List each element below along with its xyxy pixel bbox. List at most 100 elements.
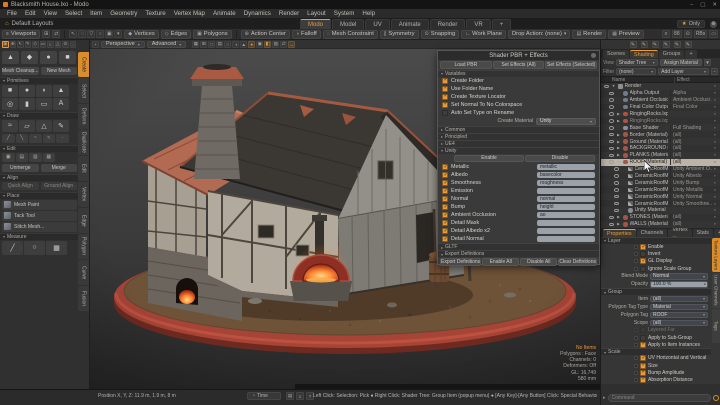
shader-tree-row[interactable]: ▼ Render — [601, 83, 720, 90]
menu-item[interactable]: Item — [86, 10, 106, 17]
select-filter-icon[interactable]: ▾ — [114, 30, 122, 38]
visibility-eye-icon[interactable] — [614, 209, 619, 213]
expand-arrow-icon[interactable]: ▶ — [616, 140, 621, 144]
layout-tab[interactable]: VR — [466, 19, 490, 29]
auto-select-icon[interactable]: ↖ — [69, 30, 77, 38]
radius-icon[interactable]: ○ — [24, 241, 45, 255]
visibility-eye-icon[interactable] — [614, 202, 619, 206]
layout-tab[interactable]: Modo — [300, 19, 331, 29]
filter-funnel-icon[interactable]: ▼ — [704, 59, 711, 66]
menu-item[interactable]: View — [40, 10, 61, 17]
collapse-icon[interactable]: ▦ — [43, 153, 56, 162]
sidebar-tab[interactable]: Edit — [78, 156, 89, 181]
panel-tab[interactable]: + — [685, 50, 696, 58]
shader-tree-row[interactable]: CeramicRoofMoss_ao ... Unity Ambient O..… — [601, 166, 720, 173]
shader-tree-row[interactable]: CeramicRoofMoss_nor ... Unity Normal — [601, 193, 720, 200]
shadow-icon[interactable]: ▨ — [272, 41, 279, 48]
shading-dropdown[interactable]: Advanced — [147, 41, 186, 48]
menu-item[interactable]: File — [3, 10, 21, 17]
effect-dropdown-icon[interactable] — [714, 160, 720, 164]
pivot-icon[interactable]: ⊕ — [10, 41, 17, 48]
primitives-section-header[interactable]: Primitives — [0, 77, 79, 84]
view-mode-dropdown[interactable]: Shader Tree — [616, 59, 658, 66]
checkbox[interactable] — [442, 94, 448, 100]
expand-arrow-icon[interactable]: ▶ — [616, 153, 621, 157]
align-section-header[interactable]: Align — [0, 174, 79, 181]
only-button[interactable]: ★ Only — [677, 20, 705, 28]
dimension-icon[interactable]: ▦ — [46, 241, 67, 255]
effect-dropdown-icon[interactable] — [714, 140, 720, 144]
vertices-mode-button[interactable]: ◆Vertices — [124, 30, 158, 39]
sidebar-tab[interactable]: Polygon — [78, 234, 89, 259]
effect-dropdown-icon[interactable] — [714, 174, 720, 178]
collapsed-section-header[interactable]: UE4 — [438, 140, 599, 147]
lower-panel-tab[interactable]: Channels — [637, 229, 668, 237]
mirror-icon[interactable]: ⇄ — [280, 41, 287, 48]
expand-arrow-icon[interactable]: ▶ — [616, 133, 621, 137]
visibility-eye-icon[interactable] — [609, 216, 614, 220]
swap-view-icon[interactable]: ⇄ — [52, 30, 60, 38]
effect-dropdown-icon[interactable] — [714, 167, 720, 171]
target-tool-icon[interactable]: ⊙ — [62, 41, 69, 48]
bspline-icon[interactable]: ≈ — [43, 134, 56, 143]
visibility-eye-icon[interactable] — [609, 140, 614, 144]
snapping-button[interactable]: ⊙Snapping — [421, 30, 460, 39]
expand-arrow-icon[interactable]: ▶ — [616, 222, 621, 226]
side-tab[interactable]: Texture Layers — [712, 238, 720, 272]
blend-mode-dropdown[interactable]: Normal — [650, 273, 708, 280]
shader-tree-row[interactable]: ▶ Ground (Material) (all) — [601, 138, 720, 145]
sidebar-tab[interactable]: Edge — [78, 208, 89, 233]
effect-dropdown-icon[interactable] — [714, 222, 720, 226]
shader-tree-row[interactable]: Alpha Output Alpha — [601, 90, 720, 97]
paint-select-icon[interactable]: ▽ — [87, 30, 95, 38]
falloff-button[interactable]: ◑Falloff — [292, 30, 321, 39]
checkbox[interactable] — [442, 180, 448, 186]
gltf-section-header[interactable]: GLTF — [438, 243, 599, 250]
map-suffix-field[interactable]: basecolor — [537, 172, 595, 179]
cube-icon[interactable]: ■ — [2, 85, 18, 97]
effect-dropdown-icon[interactable] — [714, 181, 720, 185]
place-section-header[interactable]: Place — [0, 192, 79, 199]
checkbox[interactable] — [640, 244, 646, 250]
menu-item[interactable]: Vertex Map — [170, 10, 209, 17]
sidebar-tab[interactable]: Vertex — [78, 182, 89, 207]
effect-dropdown-icon[interactable] — [714, 84, 720, 88]
checkbox[interactable] — [442, 236, 448, 242]
visibility-eye-icon[interactable] — [609, 98, 614, 102]
place-tool-item[interactable]: Mesh Paint — [2, 200, 77, 210]
sketch-icon[interactable]: · — [56, 134, 69, 143]
footer-button[interactable]: Export Definitions — [440, 258, 481, 266]
create-material-dropdown[interactable]: Unity — [536, 118, 596, 125]
dropdown[interactable]: (all) — [650, 296, 708, 303]
work-plane-button[interactable]: ∟Work Plane — [461, 30, 506, 39]
quick-align-button[interactable]: Quick Align — [2, 182, 39, 190]
lower-panel-tab[interactable]: Properties — [603, 229, 636, 237]
panel-title-bar[interactable]: Shader PBR + Effects — [438, 51, 599, 60]
layout-switch-icon[interactable]: ⊞ — [42, 30, 50, 38]
checkbox[interactable] — [640, 377, 646, 383]
shader-tree-row[interactable]: CeramicRoofMoss_heig ... Unity Bump — [601, 179, 720, 186]
bezier-icon[interactable]: ╲ — [16, 134, 29, 143]
pen-tool-icon[interactable]: ✎ — [25, 41, 32, 48]
snapshot-icon[interactable]: ▤ — [286, 392, 294, 400]
effect-dropdown-icon[interactable] — [714, 98, 720, 102]
matcap-icon[interactable]: ● — [248, 41, 255, 48]
visibility-eye-icon[interactable] — [614, 174, 619, 178]
layout-tab[interactable]: Model — [332, 19, 364, 29]
expand-arrow-icon[interactable]: ▼ — [616, 160, 621, 164]
shader-tree-row[interactable]: ▶ RingingRocks.lxp — [601, 111, 720, 118]
sidebar-tab[interactable]: Select — [78, 78, 89, 103]
paintbrush-icon[interactable]: ✎ — [630, 41, 637, 48]
draw-section-header[interactable]: Draw — [0, 112, 79, 119]
diamond-primitive-icon[interactable]: ◆ — [21, 51, 38, 64]
gear-icon[interactable]: ⊕ — [710, 21, 717, 28]
menu-item[interactable]: Render — [275, 10, 303, 17]
effect-dropdown-icon[interactable] — [714, 112, 720, 116]
place-tool-item[interactable]: Stitch Mesh... — [2, 222, 77, 232]
symmetry-button[interactable]: ∥Symmetry — [380, 30, 419, 39]
visibility-eye-icon[interactable] — [609, 154, 614, 158]
collapsed-section-header[interactable]: Common — [438, 126, 599, 133]
menu-item[interactable]: Help — [358, 10, 379, 17]
footer-button[interactable]: Disable All — [520, 258, 557, 266]
effect-dropdown-icon[interactable] — [714, 202, 720, 206]
